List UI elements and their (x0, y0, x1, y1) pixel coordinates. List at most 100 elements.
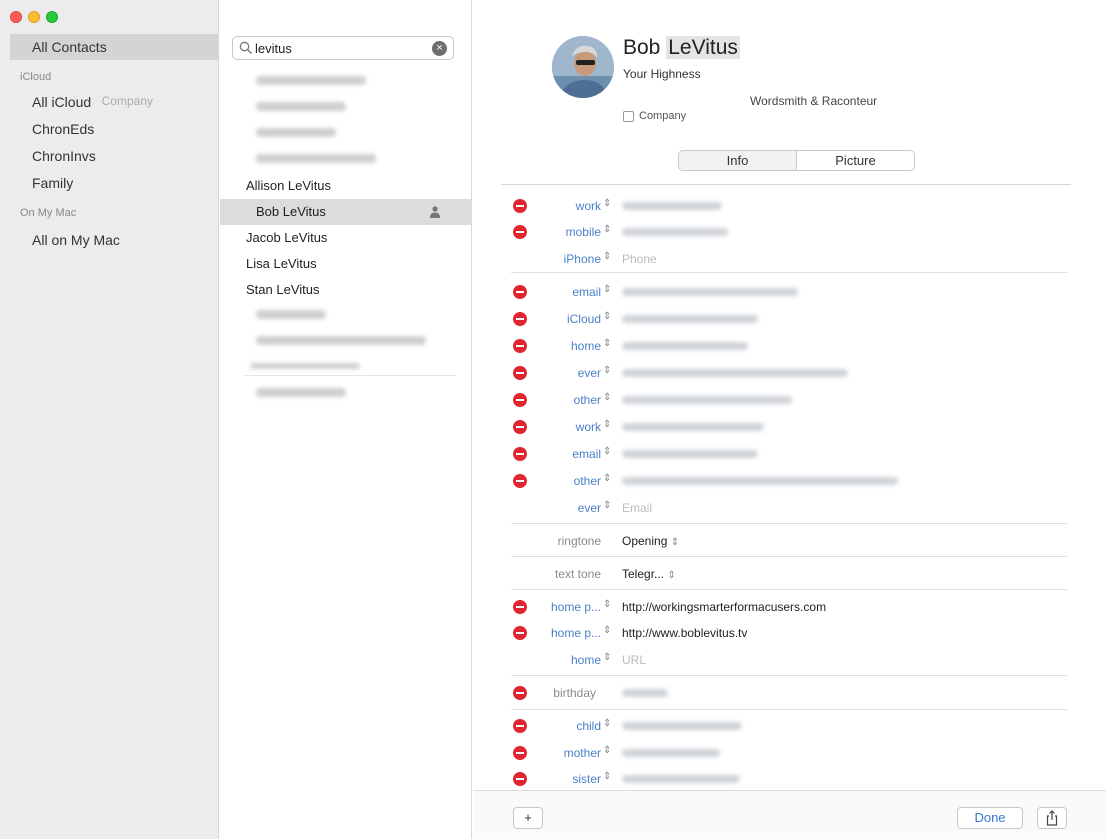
add-field-button[interactable]: + (513, 807, 543, 829)
blurred-contact[interactable] (256, 128, 336, 137)
remove-field-button[interactable] (513, 600, 527, 614)
blurred-value[interactable] (622, 749, 720, 757)
field-label[interactable]: mother (564, 746, 601, 760)
blurred-contact[interactable] (256, 388, 346, 397)
stepper-icon[interactable]: ⇕ (603, 365, 611, 376)
remove-field-button[interactable] (513, 626, 527, 640)
company-checkbox[interactable] (623, 110, 634, 122)
remove-field-button[interactable] (513, 719, 527, 733)
remove-field-button[interactable] (513, 366, 527, 380)
remove-field-button[interactable] (513, 393, 527, 407)
stepper-icon[interactable]: ⇕ (603, 718, 611, 729)
field-label[interactable]: ever (578, 501, 601, 515)
blurred-value[interactable] (622, 450, 758, 458)
blurred-value[interactable] (622, 722, 742, 730)
company-checkbox-row[interactable]: Company (623, 110, 686, 122)
contact-name[interactable]: Bob LeVitus (623, 36, 740, 60)
blurred-value[interactable] (622, 477, 898, 485)
tab-info[interactable]: Info (679, 151, 797, 170)
field-label[interactable]: sister (572, 772, 601, 786)
remove-field-button[interactable] (513, 285, 527, 299)
field-label[interactable]: work (576, 420, 601, 434)
clear-search-icon[interactable]: × (432, 41, 447, 56)
url-field[interactable]: http://www.boblevitus.tv (622, 626, 747, 640)
stepper-icon[interactable]: ⇕ (603, 284, 611, 295)
ringtone-popup[interactable]: Opening ⇕ (622, 534, 679, 548)
url-field[interactable]: http://workingsmarterformacusers.com (622, 600, 826, 614)
remove-field-button[interactable] (513, 772, 527, 786)
field-label[interactable]: email (572, 447, 601, 461)
sidebar-item-all-contacts[interactable]: All Contacts (10, 34, 218, 60)
blurred-value[interactable] (622, 396, 792, 404)
blurred-value[interactable] (622, 315, 758, 323)
list-item[interactable]: Jacob LeVitus (246, 225, 456, 251)
blurred-value[interactable] (622, 342, 748, 350)
search-input[interactable]: levitus (255, 41, 292, 56)
field-label[interactable]: ever (578, 366, 601, 380)
blurred-value[interactable] (622, 689, 668, 697)
stepper-icon[interactable]: ⇕ (603, 311, 611, 322)
stepper-icon[interactable]: ⇕ (603, 446, 611, 457)
remove-field-button[interactable] (513, 339, 527, 353)
close-window-button[interactable] (10, 11, 22, 23)
blurred-contact[interactable] (256, 336, 426, 345)
remove-field-button[interactable] (513, 746, 527, 760)
blurred-value[interactable] (622, 423, 764, 431)
remove-field-button[interactable] (513, 225, 527, 239)
nickname-field[interactable]: Your Highness (623, 67, 701, 81)
stepper-icon[interactable]: ⇕ (603, 224, 611, 235)
email-input[interactable]: Email (622, 501, 652, 515)
field-label[interactable]: mobile (566, 225, 601, 239)
company-field[interactable]: Wordsmith & Raconteur (750, 94, 877, 108)
last-name[interactable]: LeVitus (666, 36, 740, 59)
field-label[interactable]: home p... (551, 600, 601, 614)
field-label[interactable]: other (574, 393, 601, 407)
sidebar-item-chroneds[interactable]: ChronEds (0, 116, 218, 142)
url-input[interactable]: URL (622, 653, 646, 667)
remove-field-button[interactable] (513, 447, 527, 461)
blurred-contact[interactable] (256, 76, 366, 85)
stepper-icon[interactable]: ⇕ (603, 473, 611, 484)
field-label[interactable]: home (571, 339, 601, 353)
stepper-icon[interactable]: ⇕ (603, 338, 611, 349)
field-label[interactable]: other (574, 474, 601, 488)
blurred-value[interactable] (622, 228, 728, 236)
list-item[interactable]: Stan LeVitus (246, 277, 456, 303)
stepper-icon[interactable]: ⇕ (603, 771, 611, 782)
blurred-value[interactable] (622, 369, 848, 377)
field-label[interactable]: iPhone (564, 252, 601, 266)
contact-photo[interactable] (552, 36, 614, 98)
done-button[interactable]: Done (957, 807, 1023, 829)
first-name[interactable]: Bob (623, 36, 660, 59)
sidebar-item-chroninvs[interactable]: ChronInvs (0, 143, 218, 169)
stepper-icon[interactable]: ⇕ (603, 198, 611, 209)
blurred-value[interactable] (622, 288, 798, 296)
field-label[interactable]: home (571, 653, 601, 667)
share-button[interactable] (1037, 807, 1067, 829)
blurred-contact[interactable] (256, 154, 376, 163)
list-item[interactable]: Allison LeVitus (246, 173, 456, 199)
tab-picture[interactable]: Picture (797, 151, 914, 170)
field-label[interactable]: child (576, 719, 601, 733)
field-label[interactable]: work (576, 199, 601, 213)
sidebar-item-all-on-my-mac[interactable]: All on My Mac (0, 227, 218, 253)
remove-field-button[interactable] (513, 474, 527, 488)
text-tone-popup[interactable]: Telegr... ⇕ (622, 567, 676, 581)
blurred-contact[interactable] (256, 102, 346, 111)
remove-field-button[interactable] (513, 199, 527, 213)
remove-field-button[interactable] (513, 686, 527, 700)
list-item-selected[interactable]: Bob LeVitus (220, 199, 471, 225)
remove-field-button[interactable] (513, 312, 527, 326)
stepper-icon[interactable]: ⇕ (603, 419, 611, 430)
blurred-contact[interactable] (256, 310, 326, 319)
field-label[interactable]: iCloud (567, 312, 601, 326)
search-field[interactable]: levitus × (232, 36, 454, 60)
field-label[interactable]: email (572, 285, 601, 299)
stepper-icon[interactable]: ⇕ (603, 625, 611, 636)
phone-input[interactable]: Phone (622, 252, 657, 266)
stepper-icon[interactable]: ⇕ (603, 599, 611, 610)
stepper-icon[interactable]: ⇕ (603, 500, 611, 511)
list-item[interactable]: Lisa LeVitus (246, 251, 456, 277)
blurred-value[interactable] (622, 202, 722, 210)
blurred-value[interactable] (622, 775, 740, 783)
